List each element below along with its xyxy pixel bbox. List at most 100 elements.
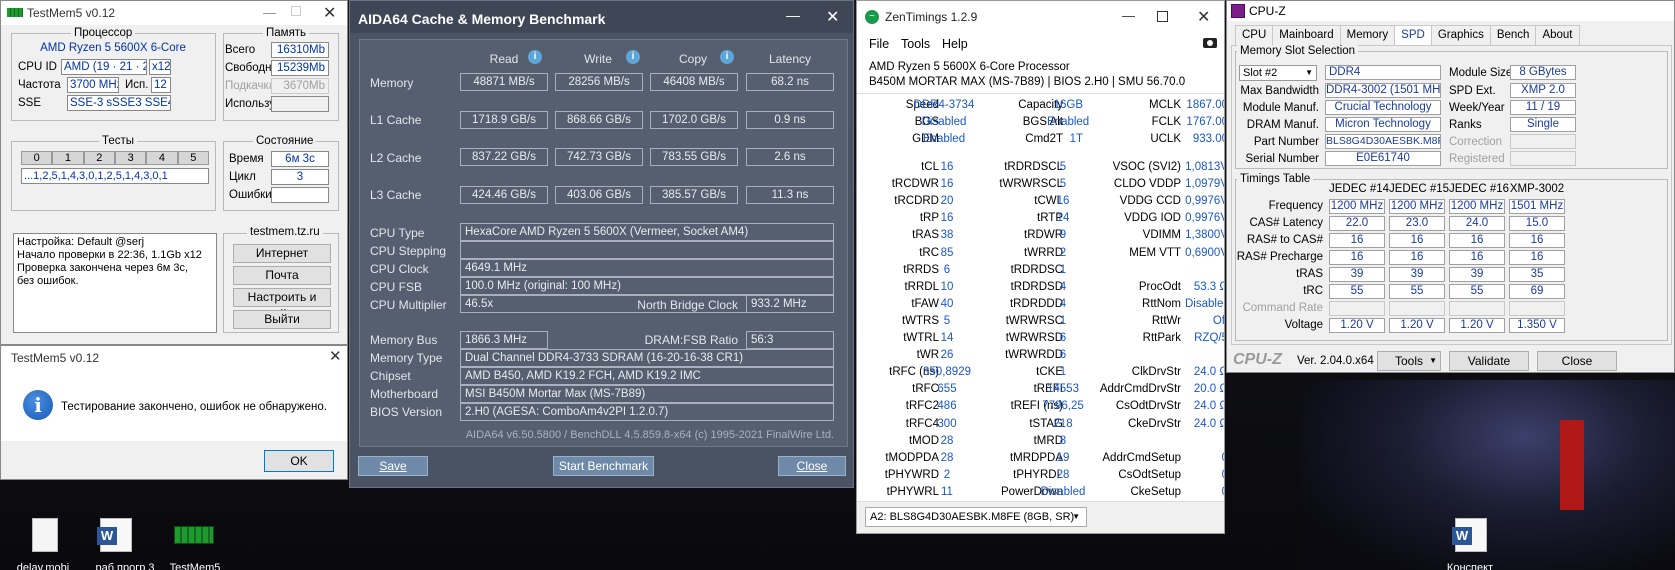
minimize-icon[interactable]: — [263, 5, 276, 20]
zen-value: Enabled [1047, 116, 1090, 128]
zen-titlebar: ~ ZenTimings 1.2.9 — ✕ [857, 1, 1224, 33]
start-benchmark-button[interactable]: Start Benchmark [553, 456, 654, 476]
menu-help[interactable]: Help [942, 37, 968, 51]
tab-bench[interactable]: Bench [1489, 25, 1537, 45]
desktop-icon-label: раб прогр 3 [95, 562, 155, 570]
desktop-icon-rab[interactable]: W раб прогр 3 [90, 518, 160, 570]
close-icon[interactable]: ✕ [323, 3, 336, 23]
errors-label: Ошибки [229, 189, 272, 201]
log-textbox[interactable]: Настройка: Default @serj Начало проверки… [13, 233, 217, 333]
close-icon[interactable]: ✕ [826, 7, 839, 27]
zen-value: 14553 [1047, 383, 1079, 396]
cpu-type-label: CPU Type [370, 226, 425, 240]
slot-group-label: Memory Slot Selection [1237, 45, 1359, 57]
site-link[interactable]: testmem.tz.ru [247, 226, 323, 238]
configure-exit-button[interactable]: Настроить и выйти [233, 288, 331, 321]
time-label: Время [229, 153, 264, 165]
cpu-clock-label: CPU Clock [370, 262, 429, 276]
info-icon[interactable]: i [720, 50, 734, 64]
zen-value: 1T [1069, 133, 1083, 145]
desktop-icon-testmem[interactable]: TestMem5 [160, 518, 230, 570]
zen-label: AddrCmdSetup [1102, 451, 1181, 464]
zen-value: 4 [1059, 280, 1067, 293]
tab-cpu[interactable]: CPU [1235, 25, 1274, 45]
pulse-icon: ~ [865, 10, 879, 24]
processor-group-label: Процессор [71, 27, 136, 39]
menu-tools[interactable]: Tools [901, 37, 930, 51]
col-header-latency: Latency [768, 52, 812, 66]
zen-value: 6 [1059, 349, 1067, 362]
correction-label: Correction [1449, 136, 1503, 148]
timings-cell: 1200 MHz [1329, 199, 1385, 214]
minimize-icon[interactable]: — [786, 7, 800, 23]
mail-button[interactable]: Почта [233, 266, 331, 285]
zen-value: 1 [1059, 314, 1067, 327]
row-label-l2: L2 Cache [370, 151, 422, 165]
dimm-select[interactable]: A2: BLS8G4D30AESBK.M8FE (8GB, SR) ▼ [865, 507, 1087, 527]
save-button[interactable]: Save [358, 456, 428, 476]
membus-label: Memory Bus [370, 333, 438, 347]
close-icon[interactable]: ✕ [1197, 7, 1210, 27]
close-button[interactable]: Close [1537, 351, 1617, 371]
zen-value: 53.3 Ω [1193, 280, 1225, 293]
memtype-value: Dual Channel DDR4-3733 SDRAM (16-20-16-3… [460, 349, 834, 367]
zen-value: 0 [1185, 469, 1224, 481]
info-icon[interactable]: i [626, 50, 640, 64]
tab-spd[interactable]: SPD [1394, 25, 1432, 45]
zen-label: ClkDrvStr [1131, 366, 1181, 379]
zen-label: RttWr [1151, 314, 1181, 327]
ok-button[interactable]: OK [264, 450, 334, 472]
camera-icon[interactable] [1203, 38, 1217, 48]
slot-select[interactable]: Slot #2 ▼ [1239, 65, 1317, 81]
internet-button[interactable]: Интернет [233, 244, 331, 263]
zen-label: AddrCmdDrvStr [1099, 383, 1181, 396]
timings-col-header: JEDEC #14 [1329, 183, 1390, 195]
timings-cell: 69 [1509, 284, 1565, 299]
maximize-icon[interactable] [291, 6, 301, 16]
exit-button[interactable]: Выйти [233, 310, 331, 329]
mem-free-label: Свободно [225, 62, 278, 74]
divider [857, 93, 1224, 94]
close-button[interactable]: Close [778, 456, 846, 476]
memory-write: 28256 MB/s [555, 73, 643, 91]
zen-value: 40 [940, 297, 954, 310]
week-label: Week/Year [1449, 102, 1505, 114]
nb-clock-label: North Bridge Clock [637, 298, 738, 312]
minimize-icon[interactable]: — [1122, 8, 1135, 23]
tab-about[interactable]: About [1535, 25, 1580, 45]
validate-button[interactable]: Validate [1449, 351, 1529, 371]
timings-col-header: JEDEC #15 [1389, 183, 1450, 195]
info-icon[interactable]: i [528, 50, 542, 64]
desktop-icon-konspekt[interactable]: W Конспект [1435, 518, 1505, 570]
memory-latency: 68.2 ns [746, 73, 834, 91]
zen-value: 218 [1053, 417, 1073, 430]
tab-memory[interactable]: Memory [1339, 25, 1396, 45]
ram-module-icon [7, 8, 23, 17]
tab-mainboard[interactable]: Mainboard [1272, 25, 1341, 45]
dimm-select-value: A2: BLS8G4D30AESBK.M8FE (8GB, SR) [870, 511, 1075, 523]
zen-label: VDIMM [1142, 229, 1181, 242]
zen-value: 933.00 [1192, 133, 1225, 145]
l3-read: 424.46 GB/s [460, 186, 548, 204]
timings-cell: 35 [1509, 267, 1565, 282]
errors-value [271, 187, 329, 203]
timings-row-label: RAS# Precharge [1236, 251, 1323, 263]
menu-file[interactable]: File [869, 37, 889, 51]
desktop-icon-delay[interactable]: delay.mobi [10, 518, 76, 570]
zentimings-window: ~ ZenTimings 1.2.9 — ✕ File Tools Help A… [856, 0, 1225, 534]
zen-value: 6 [1059, 332, 1067, 344]
close-icon[interactable]: ✕ [329, 347, 342, 365]
maximize-icon[interactable] [1157, 11, 1168, 22]
tab-graphics[interactable]: Graphics [1430, 25, 1491, 45]
zen-value: 16 [940, 161, 954, 173]
window-title: TestMem5 v0.12 [27, 6, 116, 20]
module-size-value: 8 GBytes [1510, 65, 1576, 80]
memtype-label: Memory Type [370, 351, 443, 365]
chipset-value: AMD B450, AMD K19.2 FCH, AMD K19.2 IMC [460, 367, 834, 385]
info-icon: i [23, 390, 53, 420]
mod-manuf-label: Module Manuf. [1242, 102, 1319, 114]
mem-total-value: 16310Mb [271, 42, 329, 58]
tools-button[interactable]: Tools ▼ [1377, 351, 1441, 371]
zen-value: 26 [940, 349, 954, 362]
cpu-stepping-value [460, 241, 834, 259]
